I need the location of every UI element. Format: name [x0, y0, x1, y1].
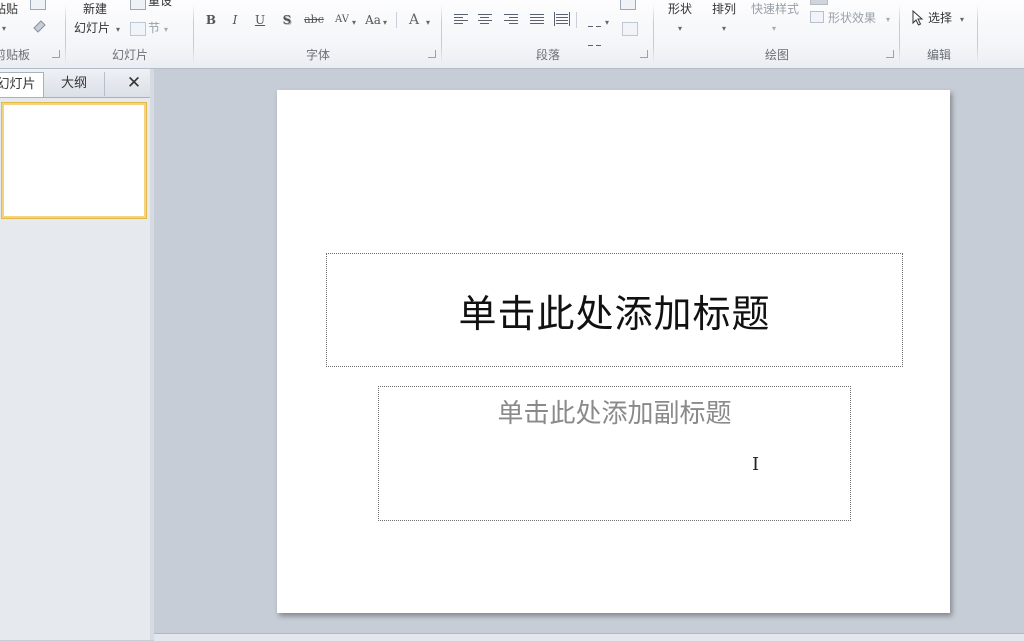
spacing-dropdown-icon[interactable]: ▾ — [352, 16, 356, 30]
text-direction-icon[interactable] — [620, 0, 636, 10]
group-separator — [977, 4, 978, 64]
shape-effects-icon[interactable] — [810, 11, 824, 23]
font-group-label: 字体 — [305, 48, 330, 62]
font-color-dropdown-icon[interactable]: ▾ — [426, 16, 430, 30]
format-painter-icon[interactable] — [32, 18, 48, 34]
bold-button[interactable]: B — [202, 11, 220, 29]
underline-button[interactable]: U — [251, 11, 269, 29]
divider — [396, 12, 397, 28]
shape-effects-dropdown-icon[interactable]: ▾ — [886, 13, 890, 27]
subtitle-placeholder[interactable]: 单击此处添加副标题 — [378, 386, 851, 521]
section-button[interactable]: 节 — [148, 21, 160, 35]
clipboard-group: 粘贴 ▾ 剪贴板 — [0, 0, 66, 68]
drawing-group: 形状 ▾ 排列 ▾ 快速样式 ▾ 形状效果 ▾ 绘图 — [654, 0, 900, 68]
paste-button[interactable]: 粘贴 — [0, 2, 18, 16]
text-cursor-icon: I — [752, 454, 760, 475]
slide-canvas[interactable]: 单击此处添加标题 单击此处添加副标题 — [277, 90, 950, 613]
ribbon: 粘贴 ▾ 剪贴板 新建 幻灯片 ▾ 重设 节 ▾ 幻灯片 B I U S abc… — [0, 0, 1024, 69]
change-case-button[interactable]: Aa — [362, 11, 384, 29]
new-slide-label[interactable]: 新建 — [83, 2, 107, 16]
slides-group: 新建 幻灯片 ▾ 重设 节 ▾ 幻灯片 — [66, 0, 194, 68]
drawing-group-label: 绘图 — [764, 48, 789, 62]
font-color-button[interactable]: A — [405, 11, 423, 29]
tab-outline-label: 大纲 — [60, 76, 87, 91]
quick-styles-dropdown-icon[interactable]: ▾ — [772, 22, 776, 36]
close-pane-icon[interactable]: ✕ — [124, 72, 144, 94]
section-dropdown-icon[interactable]: ▾ — [164, 23, 168, 37]
align-left-icon[interactable] — [454, 12, 468, 26]
paragraph-group-label: 段落 — [535, 48, 560, 62]
arrange-button[interactable]: 排列 — [712, 2, 736, 16]
subtitle-placeholder-text: 单击此处添加副标题 — [497, 399, 732, 429]
justify-icon[interactable] — [530, 12, 544, 26]
paragraph-launcher-icon[interactable] — [640, 50, 648, 58]
text-shadow-button[interactable]: S — [278, 11, 296, 29]
distribute-icon[interactable] — [554, 12, 570, 26]
pane-tabs: 幻灯片 大纲 ✕ — [0, 69, 150, 98]
align-center-icon[interactable] — [478, 12, 492, 26]
paste-dropdown-icon[interactable]: ▾ — [2, 22, 6, 36]
shape-effects-button[interactable]: 形状效果 — [828, 11, 876, 25]
tab-outline[interactable]: 大纲 — [44, 72, 105, 96]
select-dropdown-icon[interactable]: ▾ — [960, 13, 964, 27]
section-icon[interactable] — [130, 22, 146, 36]
slides-pane: 幻灯片 大纲 ✕ — [0, 69, 151, 640]
select-cursor-icon — [912, 10, 924, 26]
clipboard-launcher-icon[interactable] — [52, 50, 60, 58]
shape-fill-icon[interactable] — [810, 0, 828, 5]
slide-thumbnail[interactable] — [2, 103, 146, 218]
quick-styles-button[interactable]: 快速样式 — [751, 2, 799, 16]
slides-group-label: 幻灯片 — [111, 48, 148, 62]
select-button[interactable]: 选择 — [928, 11, 952, 25]
editing-group-label: 编辑 — [926, 48, 951, 62]
tab-slides[interactable]: 幻灯片 — [0, 72, 44, 97]
copy-icon[interactable] — [30, 0, 46, 10]
columns-icon[interactable] — [588, 12, 602, 46]
shapes-dropdown-icon[interactable]: ▾ — [678, 22, 682, 36]
columns-dropdown-icon[interactable]: ▾ — [605, 16, 609, 30]
new-slide-button[interactable]: 幻灯片 — [74, 21, 110, 35]
font-group: B I U S abc AV ▾ Aa ▾ A ▾ 字体 — [194, 0, 442, 68]
strikethrough-button[interactable]: abc — [302, 11, 326, 29]
case-dropdown-icon[interactable]: ▾ — [383, 16, 387, 30]
font-launcher-icon[interactable] — [428, 50, 436, 58]
align-text-icon[interactable] — [622, 22, 638, 36]
shapes-button[interactable]: 形状 — [668, 2, 692, 16]
arrange-dropdown-icon[interactable]: ▾ — [722, 22, 726, 36]
title-placeholder-text: 单击此处添加标题 — [458, 291, 771, 336]
divider — [576, 12, 577, 28]
reset-button[interactable]: 重设 — [148, 0, 172, 8]
character-spacing-button[interactable]: AV — [331, 11, 353, 29]
editing-group: 选择 ▾ 编辑 — [900, 0, 978, 68]
reset-icon[interactable] — [130, 0, 146, 10]
paragraph-group: ▾ 段落 — [442, 0, 654, 68]
title-placeholder[interactable]: 单击此处添加标题 — [326, 253, 903, 367]
italic-button[interactable]: I — [226, 11, 244, 29]
tab-slides-label: 幻灯片 — [0, 77, 36, 92]
drawing-launcher-icon[interactable] — [886, 50, 894, 58]
new-slide-dropdown-icon[interactable]: ▾ — [116, 23, 120, 37]
align-right-icon[interactable] — [504, 12, 518, 26]
